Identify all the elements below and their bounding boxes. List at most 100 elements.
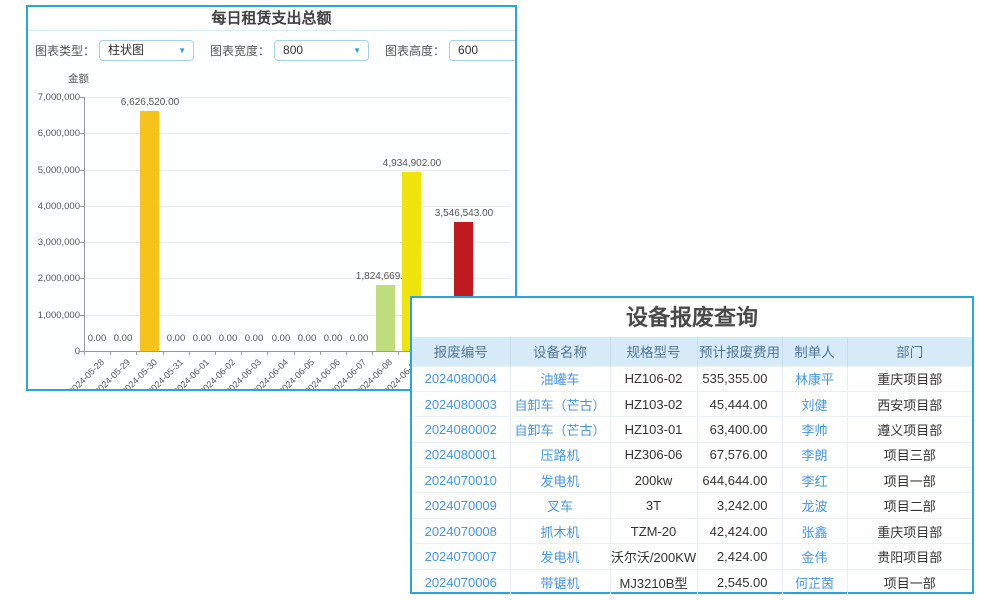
estimated-cost-cell: 67,576.00: [697, 442, 782, 467]
estimated-cost-cell: 42,424.00: [697, 518, 782, 543]
y-axis-tick-label: 6,000,000: [28, 128, 80, 139]
estimated-cost-cell: 45,444.00: [697, 391, 782, 416]
x-axis-tick: [372, 351, 373, 355]
department-cell: 贵阳项目部: [847, 544, 972, 569]
y-axis-tick-label: 3,000,000: [28, 237, 80, 248]
equipment-name-link[interactable]: 带锯机: [510, 569, 610, 594]
x-axis-tick: [320, 351, 321, 355]
bar-value-label: 3,546,543.00: [419, 208, 509, 219]
y-axis-tick-label: 5,000,000: [28, 165, 80, 176]
x-axis-tick: [136, 351, 137, 355]
spec-model-cell: 200kw: [610, 468, 697, 493]
spec-model-cell: HZ103-01: [610, 417, 697, 442]
estimated-cost-cell: 63,400.00: [697, 417, 782, 442]
x-axis-tick: [346, 351, 347, 355]
y-axis-tick-label: 7,000,000: [28, 92, 80, 103]
x-axis-tick: [398, 351, 399, 355]
table-body: 2024080004油罐车HZ106-02535,355.00林康平重庆项目部2…: [412, 366, 972, 595]
creator-link[interactable]: 何芷茵: [782, 569, 847, 594]
zero-value-label: 0.00: [103, 333, 143, 344]
x-axis-tick: [294, 351, 295, 355]
bar-value-label: 6,626,520.00: [105, 97, 195, 108]
equipment-name-link[interactable]: 抓木机: [510, 518, 610, 543]
department-cell: 遵义项目部: [847, 417, 972, 442]
department-cell: 重庆项目部: [847, 518, 972, 543]
creator-link[interactable]: 林康平: [782, 366, 847, 391]
scrap-table: 报废编号设备名称规格型号预计报废费用制单人部门 2024080004油罐车HZ1…: [412, 337, 972, 595]
x-axis-tick: [267, 351, 268, 355]
table-row: 2024070010发电机200kw644,644.00李红项目一部: [412, 468, 972, 493]
spec-model-cell: MJ3210B型: [610, 569, 697, 594]
table-row: 2024080003自卸车（芒古）HZ103-0245,444.00刘健西安项目…: [412, 391, 972, 416]
department-cell: 项目三部: [847, 442, 972, 467]
spec-model-cell: HZ306-06: [610, 442, 697, 467]
department-cell: 西安项目部: [847, 391, 972, 416]
x-axis-tick: [241, 351, 242, 355]
department-cell: 重庆项目部: [847, 366, 972, 391]
scrap-id-link[interactable]: 2024070009: [412, 493, 510, 518]
bar-2024-06-08[interactable]: [376, 285, 395, 351]
scrap-id-link[interactable]: 2024070008: [412, 518, 510, 543]
creator-link[interactable]: 李朗: [782, 442, 847, 467]
table-row: 2024080002自卸车（芒古）HZ103-0163,400.00李帅遵义项目…: [412, 417, 972, 442]
scrap-id-link[interactable]: 2024080001: [412, 442, 510, 467]
estimated-cost-cell: 2,545.00: [697, 569, 782, 594]
table-title: 设备报废查询: [412, 298, 972, 337]
bar-value-label: 4,934,902.00: [367, 158, 457, 169]
creator-link[interactable]: 龙波: [782, 493, 847, 518]
spec-model-cell: HZ106-02: [610, 366, 697, 391]
y-axis-tick-label: 4,000,000: [28, 201, 80, 212]
creator-link[interactable]: 金伟: [782, 544, 847, 569]
scrap-id-link[interactable]: 2024080003: [412, 391, 510, 416]
equipment-name-link[interactable]: 油罐车: [510, 366, 610, 391]
bar-2024-05-30[interactable]: [140, 111, 159, 351]
y-axis-line: [84, 97, 85, 351]
spec-model-cell: 沃尔沃/200KW: [610, 544, 697, 569]
equipment-scrap-query-panel: 设备报废查询 报废编号设备名称规格型号预计报废费用制单人部门 202408000…: [410, 296, 974, 594]
department-cell: 项目二部: [847, 493, 972, 518]
x-axis-tick: [84, 351, 85, 355]
table-row: 2024070009叉车3T3,242.00龙波项目二部: [412, 493, 972, 518]
x-axis-tick: [215, 351, 216, 355]
estimated-cost-cell: 2,424.00: [697, 544, 782, 569]
scrap-id-link[interactable]: 2024070007: [412, 544, 510, 569]
table-row: 2024070006带锯机MJ3210B型2,545.00何芷茵项目一部: [412, 569, 972, 594]
x-axis-tick: [163, 351, 164, 355]
spec-model-cell: HZ103-02: [610, 391, 697, 416]
y-axis-tick-label: 1,000,000: [28, 310, 80, 321]
scrap-id-link[interactable]: 2024080002: [412, 417, 510, 442]
table-row: 2024070008抓木机TZM-2042,424.00张鑫重庆项目部: [412, 518, 972, 543]
column-header: 预计报废费用: [697, 337, 782, 366]
equipment-name-link[interactable]: 发电机: [510, 468, 610, 493]
department-cell: 项目一部: [847, 569, 972, 594]
scrap-id-link[interactable]: 2024080004: [412, 366, 510, 391]
creator-link[interactable]: 刘健: [782, 391, 847, 416]
equipment-name-link[interactable]: 自卸车（芒古）: [510, 391, 610, 416]
creator-link[interactable]: 李帅: [782, 417, 847, 442]
spec-model-cell: 3T: [610, 493, 697, 518]
estimated-cost-cell: 3,242.00: [697, 493, 782, 518]
equipment-name-link[interactable]: 发电机: [510, 544, 610, 569]
table-row: 2024080001压路机HZ306-0667,576.00李朗项目三部: [412, 442, 972, 467]
estimated-cost-cell: 535,355.00: [697, 366, 782, 391]
column-header: 规格型号: [610, 337, 697, 366]
spec-model-cell: TZM-20: [610, 518, 697, 543]
column-header: 部门: [847, 337, 972, 366]
equipment-name-link[interactable]: 压路机: [510, 442, 610, 467]
column-header: 制单人: [782, 337, 847, 366]
equipment-name-link[interactable]: 自卸车（芒古）: [510, 417, 610, 442]
y-axis-tick-label: 2,000,000: [28, 273, 80, 284]
y-axis-title: 金额: [68, 71, 108, 86]
scrap-id-link[interactable]: 2024070006: [412, 569, 510, 594]
creator-link[interactable]: 李红: [782, 468, 847, 493]
zero-value-label: 0.00: [339, 333, 379, 344]
column-header: 报废编号: [412, 337, 510, 366]
table-row: 2024080004油罐车HZ106-02535,355.00林康平重庆项目部: [412, 366, 972, 391]
x-axis-tick: [189, 351, 190, 355]
estimated-cost-cell: 644,644.00: [697, 468, 782, 493]
x-axis-tick: [110, 351, 111, 355]
equipment-name-link[interactable]: 叉车: [510, 493, 610, 518]
column-header: 设备名称: [510, 337, 610, 366]
scrap-id-link[interactable]: 2024070010: [412, 468, 510, 493]
creator-link[interactable]: 张鑫: [782, 518, 847, 543]
